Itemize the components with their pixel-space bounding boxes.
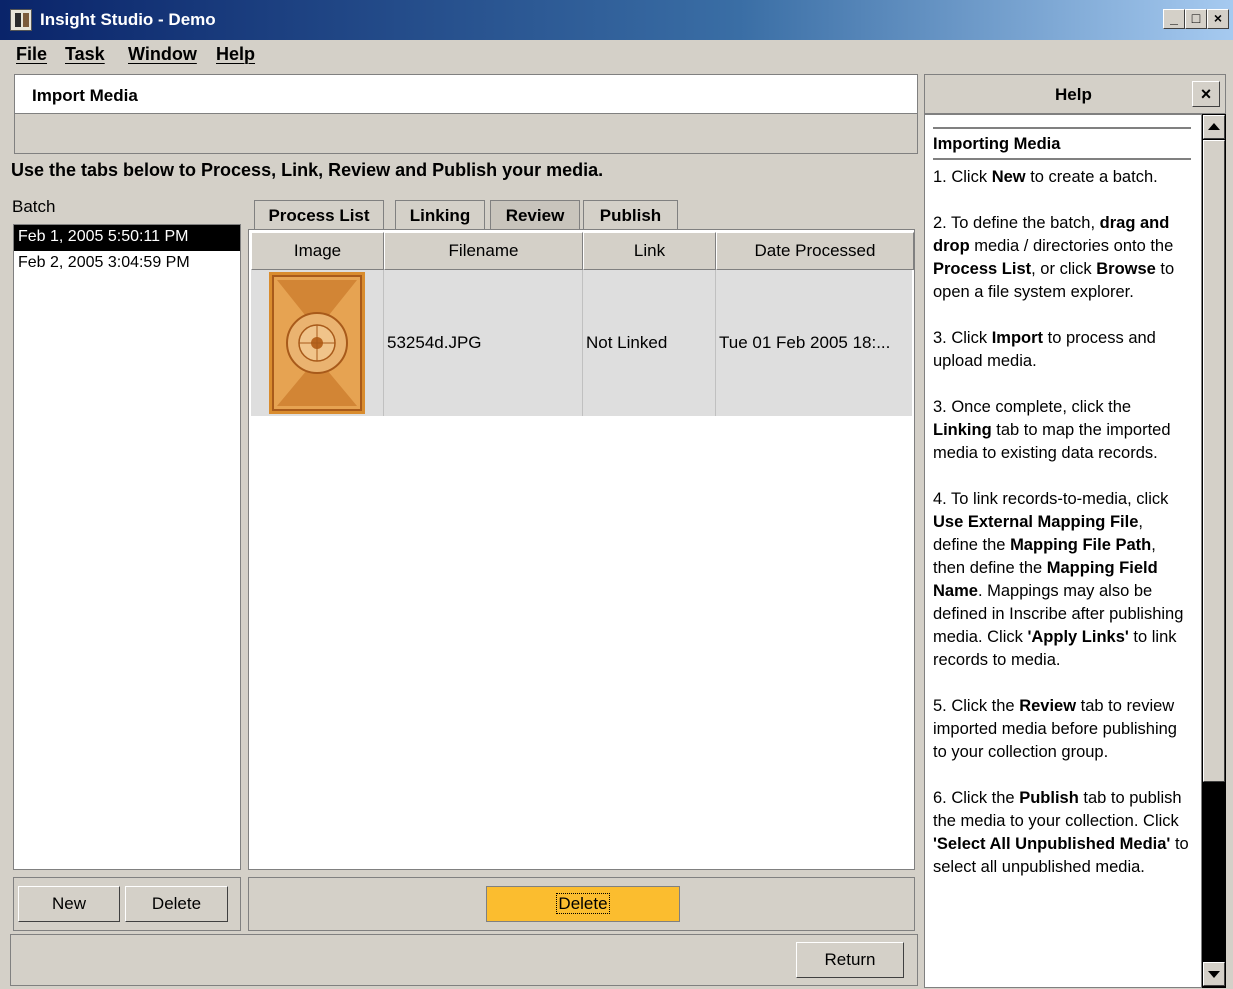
table-row[interactable]: 53254d.JPG Not Linked Tue 01 Feb 2005 18… bbox=[251, 270, 912, 416]
arrow-up-icon bbox=[1208, 123, 1220, 130]
help-text: Mapping File Path bbox=[1010, 536, 1152, 554]
help-text: 'Apply Links' bbox=[1027, 628, 1129, 646]
batch-list[interactable]: Feb 1, 2005 5:50:11 PM Feb 2, 2005 3:04:… bbox=[13, 224, 241, 870]
help-text: Publish bbox=[1019, 789, 1079, 807]
help-paragraph: 4. To link records-to-media, click Use E… bbox=[933, 488, 1191, 672]
help-header: Help × bbox=[924, 74, 1226, 114]
help-text: Browse bbox=[1096, 260, 1156, 278]
footer-bar bbox=[10, 934, 918, 986]
tab-linking[interactable]: Linking bbox=[395, 200, 485, 230]
tab-review[interactable]: Review bbox=[490, 200, 580, 230]
image-cell bbox=[251, 270, 384, 416]
minimize-button[interactable]: _ bbox=[1163, 9, 1185, 29]
help-text: media / directories onto the bbox=[969, 237, 1174, 255]
help-body: Importing Media 1. Click New to create a… bbox=[924, 114, 1202, 988]
help-text: to create a batch. bbox=[1025, 168, 1158, 186]
column-header-filename[interactable]: Filename bbox=[384, 232, 583, 270]
menu-bar: File Task Window Help bbox=[0, 40, 1233, 72]
maximize-button[interactable]: □ bbox=[1185, 9, 1207, 29]
panel-title: Import Media bbox=[32, 86, 138, 105]
scroll-down-button[interactable] bbox=[1203, 962, 1225, 986]
help-paragraph: 3. Click Import to process and upload me… bbox=[933, 327, 1191, 373]
help-paragraph: 2. To define the batch, drag and drop me… bbox=[933, 212, 1191, 304]
title-bar: Insight Studio - Demo _ □ × bbox=[0, 0, 1233, 40]
help-text: Use External Mapping File bbox=[933, 513, 1139, 531]
help-text: 4. To link records-to-media, click bbox=[933, 490, 1169, 508]
help-text: 3. Click bbox=[933, 329, 992, 347]
help-text: Review bbox=[1019, 697, 1077, 715]
column-header-link[interactable]: Link bbox=[583, 232, 716, 270]
help-text: 5. Click the bbox=[933, 697, 1020, 715]
help-text: Linking bbox=[933, 421, 992, 439]
delete-batch-button[interactable]: Delete bbox=[125, 886, 228, 922]
help-text: Import bbox=[991, 329, 1044, 347]
menu-task[interactable]: Task bbox=[65, 44, 105, 65]
batch-item[interactable]: Feb 2, 2005 3:04:59 PM bbox=[14, 251, 240, 277]
media-table: Image Filename Link Date Processed 53254… bbox=[248, 229, 915, 870]
help-content: Importing Media 1. Click New to create a… bbox=[933, 127, 1191, 902]
help-text: 1. Click bbox=[933, 168, 992, 186]
menu-help[interactable]: Help bbox=[216, 44, 255, 65]
help-text: Process List bbox=[933, 260, 1032, 278]
new-batch-button[interactable]: New bbox=[18, 886, 120, 922]
panel-subheader bbox=[14, 114, 918, 154]
help-paragraph: 3. Once complete, click the Linking tab … bbox=[933, 396, 1191, 465]
tab-process-list[interactable]: Process List bbox=[254, 200, 384, 230]
column-header-date[interactable]: Date Processed bbox=[716, 232, 914, 270]
tab-publish[interactable]: Publish bbox=[583, 200, 678, 230]
help-text: 3. Once complete, click the bbox=[933, 398, 1132, 416]
arrow-down-icon bbox=[1208, 971, 1220, 978]
import-panel: Import Media bbox=[14, 74, 918, 114]
instructions-text: Use the tabs below to Process, Link, Rev… bbox=[11, 160, 604, 180]
help-title: Help bbox=[1055, 85, 1092, 104]
menu-file[interactable]: File bbox=[16, 44, 47, 65]
scroll-up-button[interactable] bbox=[1203, 115, 1225, 139]
date-cell: Tue 01 Feb 2005 18:... bbox=[719, 333, 891, 352]
help-close-button[interactable]: × bbox=[1192, 81, 1220, 107]
column-header-image[interactable]: Image bbox=[251, 232, 384, 270]
help-paragraph: 5. Click the Review tab to review import… bbox=[933, 695, 1191, 764]
help-heading: Importing Media bbox=[933, 127, 1191, 160]
help-text: 'Select All Unpublished Media' bbox=[933, 835, 1171, 853]
media-thumbnail bbox=[269, 272, 365, 414]
return-button[interactable]: Return bbox=[796, 942, 904, 978]
window-title: Insight Studio - Demo bbox=[40, 10, 216, 29]
close-window-button[interactable]: × bbox=[1207, 9, 1229, 29]
filename-cell: 53254d.JPG bbox=[384, 270, 583, 416]
delete-media-button[interactable]: Delete bbox=[486, 886, 680, 922]
batch-item[interactable]: Feb 1, 2005 5:50:11 PM bbox=[14, 225, 240, 251]
batch-label: Batch bbox=[12, 197, 56, 216]
help-text: 2. To define the batch, bbox=[933, 214, 1100, 232]
help-paragraph: 1. Click New to create a batch. bbox=[933, 166, 1191, 189]
help-text: 6. Click the bbox=[933, 789, 1020, 807]
delete-media-label: Delete bbox=[556, 893, 610, 914]
help-paragraph: 6. Click the Publish tab to publish the … bbox=[933, 787, 1191, 879]
scroll-thumb[interactable] bbox=[1203, 140, 1225, 782]
help-text: , or click bbox=[1031, 260, 1097, 278]
help-text: New bbox=[991, 168, 1026, 186]
menu-window[interactable]: Window bbox=[128, 44, 197, 65]
app-icon bbox=[10, 9, 32, 31]
link-cell: Not Linked bbox=[583, 270, 716, 416]
